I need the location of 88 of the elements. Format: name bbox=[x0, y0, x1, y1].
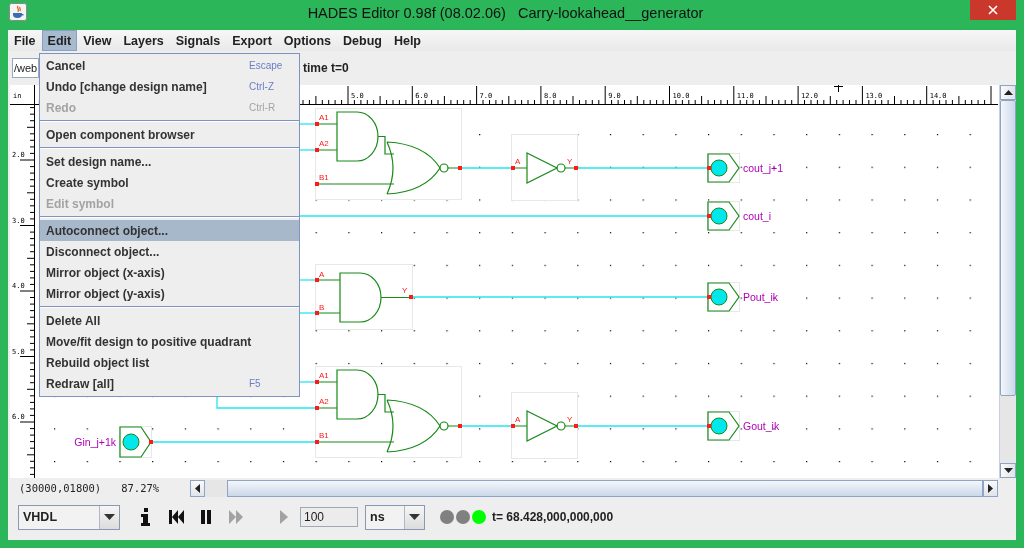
menu-item[interactable]: Help bbox=[387, 30, 427, 51]
scroll-right-button[interactable] bbox=[983, 479, 998, 497]
wire bbox=[461, 425, 512, 427]
port-label: Gout_ik bbox=[743, 420, 780, 432]
window-title: HADES Editor 0.98f (08.02.06) Carry-lookahead__generator bbox=[306, 5, 705, 21]
menu-item[interactable]: Mirror object (y-axis) bbox=[40, 283, 299, 304]
simulation-status: time t=0 bbox=[303, 61, 349, 75]
menu-item[interactable]: Edit bbox=[41, 30, 78, 51]
menu-item[interactable]: Move/fit design to positive quadrant bbox=[40, 331, 299, 352]
and-nor-gate-drawing[interactable] bbox=[315, 108, 462, 200]
caret-icon bbox=[409, 514, 420, 520]
input-port-drawing[interactable] bbox=[119, 426, 153, 458]
pin-label: Y bbox=[567, 157, 573, 166]
port-label: Gin_j+1k bbox=[74, 436, 116, 448]
wire bbox=[299, 312, 316, 314]
wire bbox=[299, 381, 316, 383]
menu-item[interactable]: View bbox=[77, 30, 118, 51]
menu-item[interactable]: Disconnect object... bbox=[40, 241, 299, 262]
pin-label: A bbox=[515, 415, 521, 424]
wire bbox=[461, 167, 512, 169]
close-button[interactable] bbox=[970, 0, 1016, 20]
inverter-gate-drawing[interactable] bbox=[511, 134, 578, 201]
pin-label: B1 bbox=[319, 173, 329, 182]
scroll-down-button[interactable] bbox=[1000, 463, 1016, 478]
scroll-up-button[interactable] bbox=[1000, 85, 1016, 100]
menu-item[interactable]: Create symbol bbox=[40, 172, 299, 193]
menu-item[interactable]: Rebuild object list bbox=[40, 352, 299, 373]
down-arrow-icon bbox=[1003, 468, 1013, 473]
app-icon bbox=[9, 3, 27, 21]
path-field[interactable]: /web bbox=[12, 58, 39, 78]
zoom-level: 87.27% bbox=[121, 482, 160, 494]
menu-item[interactable]: Options bbox=[277, 30, 337, 51]
port-label: cout_i bbox=[743, 210, 772, 222]
language-select[interactable]: VHDL bbox=[18, 504, 120, 530]
fast-forward-icon bbox=[226, 507, 246, 527]
menu-item[interactable]: Debug bbox=[337, 30, 388, 51]
scroll-left-button[interactable] bbox=[190, 479, 205, 497]
rewind-icon bbox=[166, 507, 186, 527]
shortcut-label: Ctrl-R bbox=[249, 102, 277, 113]
wire bbox=[299, 123, 316, 125]
menu-item[interactable]: File bbox=[8, 30, 42, 51]
scroll-thumb[interactable] bbox=[1000, 100, 1016, 396]
right-arrow-icon bbox=[988, 483, 993, 493]
step-field[interactable]: 100 bbox=[300, 507, 358, 527]
menu-item[interactable]: Mirror object (x-axis) bbox=[40, 262, 299, 283]
pin-label: Y bbox=[567, 415, 573, 424]
cursor-coordinates: (30000,01800) bbox=[19, 482, 102, 494]
pin-label: Y bbox=[402, 286, 408, 295]
output-port-drawing[interactable] bbox=[707, 153, 740, 183]
caret-icon bbox=[104, 514, 115, 520]
shortcut-label: Escape bbox=[249, 60, 284, 71]
menu-item[interactable]: Export bbox=[226, 30, 278, 51]
vertical-scrollbar[interactable] bbox=[999, 85, 1016, 478]
crosshair-cursor-icon bbox=[833, 85, 844, 93]
pin-label: A2 bbox=[319, 139, 329, 148]
and-gate-drawing[interactable] bbox=[315, 264, 413, 330]
menu-item[interactable]: Open component browser bbox=[40, 124, 299, 145]
left-arrow-icon bbox=[195, 483, 200, 493]
menu-item[interactable]: Redraw [all] F5 bbox=[40, 373, 299, 394]
pin-label: B bbox=[319, 303, 325, 312]
port-label: cout_j+1 bbox=[743, 162, 783, 174]
simulation-time: t= 68.428,000,000,000 bbox=[492, 510, 614, 524]
menu-item[interactable]: Undo [change design name] Ctrl-Z bbox=[40, 76, 299, 97]
pin-label: A bbox=[515, 157, 521, 166]
menu-item[interactable]: Cancel Escape bbox=[40, 55, 299, 76]
up-arrow-icon bbox=[1003, 90, 1013, 95]
output-port-drawing[interactable] bbox=[707, 411, 740, 441]
pin-label: A1 bbox=[319, 113, 329, 122]
port-label: Pout_ik bbox=[743, 291, 779, 303]
and-nor-gate-drawing[interactable] bbox=[315, 366, 462, 458]
inverter-gate-drawing[interactable] bbox=[511, 392, 578, 459]
wire bbox=[299, 149, 316, 151]
pin-label: A1 bbox=[319, 371, 329, 380]
pin-label: B1 bbox=[319, 431, 329, 440]
shortcut-label: Ctrl-Z bbox=[249, 81, 275, 92]
time-unit-select[interactable]: ns bbox=[365, 504, 425, 530]
pin-label: A bbox=[319, 270, 325, 279]
shortcut-label: F5 bbox=[249, 378, 262, 389]
wire bbox=[299, 279, 316, 281]
pin-label: A2 bbox=[319, 397, 329, 406]
close-icon bbox=[988, 5, 998, 15]
menu-item[interactable]: Layers bbox=[117, 30, 170, 51]
menu-item[interactable]: Signals bbox=[169, 30, 227, 51]
output-port-drawing[interactable] bbox=[707, 201, 740, 231]
menu-item[interactable]: Set design name... bbox=[40, 151, 299, 172]
output-port-drawing[interactable] bbox=[707, 282, 740, 312]
menu-item[interactable]: Delete All bbox=[40, 310, 299, 331]
menu-item[interactable]: Autoconnect object... bbox=[40, 220, 299, 241]
